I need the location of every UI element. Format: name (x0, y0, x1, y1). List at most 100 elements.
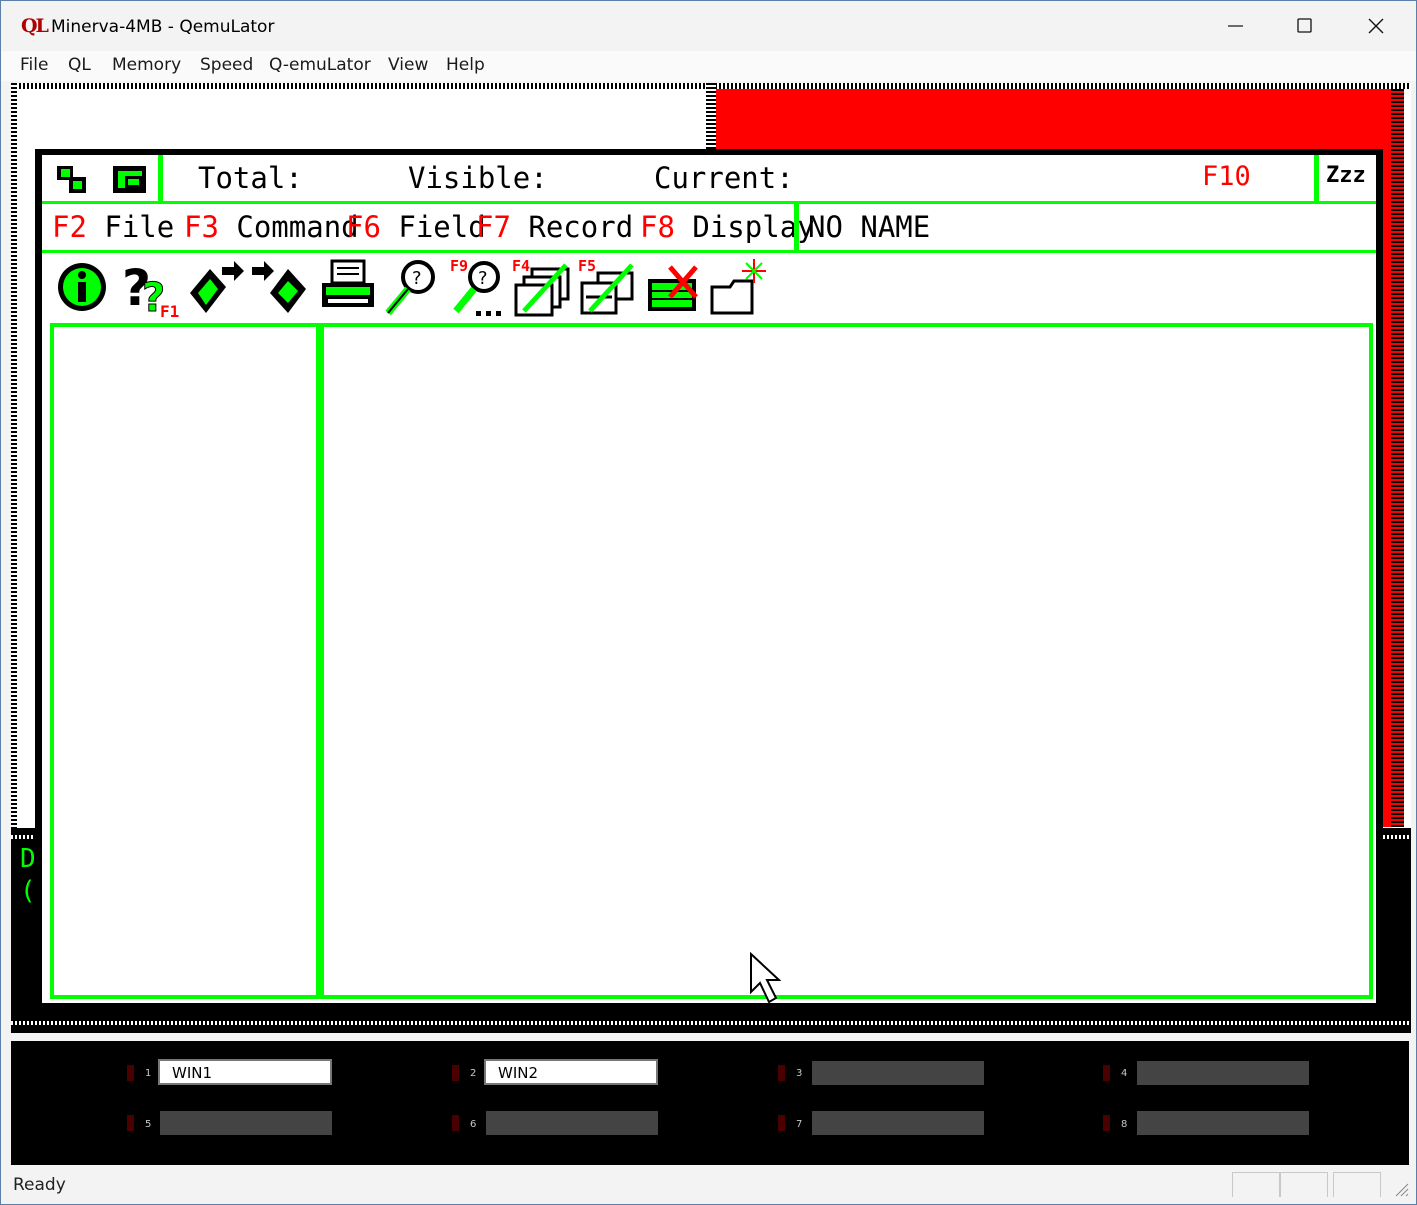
record-display-panel[interactable] (320, 323, 1373, 999)
key-label: F8 (640, 210, 675, 244)
export-icon[interactable] (186, 257, 246, 319)
menu-q-emulator[interactable]: Q-emuLator (269, 55, 371, 75)
slot-number: 4 (1121, 1068, 1128, 1079)
slot-led (778, 1065, 785, 1081)
field-list-panel[interactable] (50, 323, 320, 999)
command-record[interactable]: F7 Record (476, 210, 633, 244)
menu-file[interactable]: File (20, 55, 48, 75)
menu-view[interactable]: View (388, 55, 428, 75)
slot-5-button[interactable] (160, 1111, 332, 1135)
red-window-border (1391, 89, 1404, 827)
menu-speed[interactable]: Speed (200, 55, 253, 75)
sleep-icon[interactable]: Zzz (1326, 163, 1366, 188)
key-label: F6 (346, 210, 381, 244)
screen-border-mid (706, 83, 716, 153)
edit-records-key: F4 (512, 257, 530, 275)
title-bar[interactable]: QL Minerva-4MB - QemuLator (1, 1, 1416, 51)
printer-icon[interactable] (318, 257, 378, 319)
slot-4-button[interactable] (1137, 1061, 1309, 1085)
window-slot-bar: 1 WIN1 2 WIN2 3 4 5 6 7 8 (11, 1041, 1409, 1165)
status-pane (1333, 1172, 1381, 1197)
header-divider (1314, 155, 1319, 201)
slot-2-button[interactable]: WIN2 (484, 1059, 658, 1085)
info-icon[interactable] (54, 257, 114, 319)
slot-number: 8 (1121, 1119, 1128, 1130)
resize-window-icon[interactable] (112, 165, 148, 195)
command-label: File (104, 210, 175, 244)
mouse-pointer-icon (750, 952, 781, 1004)
slot-number: 5 (145, 1119, 152, 1130)
command-field[interactable]: F6 Field (346, 210, 486, 244)
command-command[interactable]: F3 Command (184, 210, 359, 244)
status-text: Ready (13, 1175, 66, 1195)
svg-text:?: ? (412, 268, 422, 289)
menu-ql[interactable]: QL (68, 55, 91, 75)
slot-led (127, 1115, 134, 1131)
search-icon[interactable]: ? (382, 257, 442, 319)
menu-memory[interactable]: Memory (112, 55, 181, 75)
maximize-button[interactable] (1270, 1, 1340, 51)
slot-8-button[interactable] (1137, 1111, 1309, 1135)
slot-led (452, 1065, 459, 1081)
slot-7-button[interactable] (812, 1111, 984, 1135)
slot-led (127, 1065, 134, 1081)
status-pane (1280, 1172, 1328, 1197)
command-display[interactable]: F8 Display (640, 210, 815, 244)
ql-app-window: Total: Visible: Current: F10 Zzz F2 File… (35, 149, 1383, 1009)
slot-3-button[interactable] (812, 1061, 984, 1085)
app-icon: QL (21, 15, 49, 37)
close-icon (1368, 18, 1384, 34)
delete-keyboard-icon[interactable] (644, 257, 704, 319)
visible-label: Visible: (408, 161, 548, 195)
edit-fields-key: F5 (578, 257, 596, 275)
maximize-icon (1297, 18, 1312, 33)
slot-led (1103, 1115, 1110, 1131)
command-label: Command (236, 210, 359, 244)
move-window-icon[interactable] (56, 165, 88, 195)
minimize-button[interactable] (1201, 1, 1271, 51)
ql-command-row: F2 File F3 Command F6 Field F7 Record F8… (42, 204, 1376, 253)
slot-1-button[interactable]: WIN1 (158, 1059, 332, 1085)
current-label: Current: (654, 161, 794, 195)
close-button[interactable] (1341, 1, 1411, 51)
command-label: Field (398, 210, 486, 244)
total-label: Total: (198, 161, 303, 195)
ql-screen[interactable]: D ( Total: Visible: Current: F10 Zzz F2 … (11, 83, 1411, 1033)
command-file[interactable]: F2 File (52, 210, 174, 244)
slot-number: 2 (470, 1068, 477, 1079)
help-key: F1 (160, 302, 179, 319)
search-next-key: F9 (450, 257, 468, 275)
menu-help[interactable]: Help (446, 55, 485, 75)
ql-toolbar: ? ? F1 ? F9 ? F4 F5 (42, 253, 1376, 323)
edit-fields-icon[interactable]: F5 (578, 257, 638, 319)
status-pane (1232, 1172, 1280, 1197)
slot-led (452, 1115, 459, 1131)
header-divider (158, 155, 163, 201)
console-char: D (20, 844, 36, 874)
slot-number: 6 (470, 1119, 477, 1130)
new-folder-icon[interactable] (708, 257, 768, 319)
key-label: F3 (184, 210, 219, 244)
resize-grip-icon[interactable] (1393, 1181, 1409, 1197)
menu-bar: File QL Memory Speed Q-emuLator View Hel… (1, 51, 1416, 81)
edit-records-icon[interactable]: F4 (512, 257, 572, 319)
f10-key[interactable]: F10 (1202, 161, 1251, 192)
console-char: ( (20, 876, 36, 906)
import-icon[interactable] (250, 257, 310, 319)
command-divider (794, 204, 799, 250)
command-label: Record (528, 210, 634, 244)
minimize-icon (1228, 25, 1243, 27)
emulator-window: QL Minerva-4MB - QemuLator File QL Memor… (0, 0, 1417, 1205)
search-next-icon[interactable]: F9 ? (448, 257, 508, 319)
help-icon[interactable]: ? ? F1 (120, 257, 180, 319)
slot-number: 3 (796, 1068, 803, 1079)
slot-led (1103, 1065, 1110, 1081)
slot-6-button[interactable] (486, 1111, 658, 1135)
slot-led (778, 1115, 785, 1131)
ql-header-row: Total: Visible: Current: F10 Zzz (42, 155, 1376, 204)
file-name: NO NAME (808, 210, 931, 244)
console-text: D ( (20, 843, 36, 907)
window-title: Minerva-4MB - QemuLator (51, 17, 275, 37)
svg-text:?: ? (478, 268, 488, 289)
key-label: F2 (52, 210, 87, 244)
